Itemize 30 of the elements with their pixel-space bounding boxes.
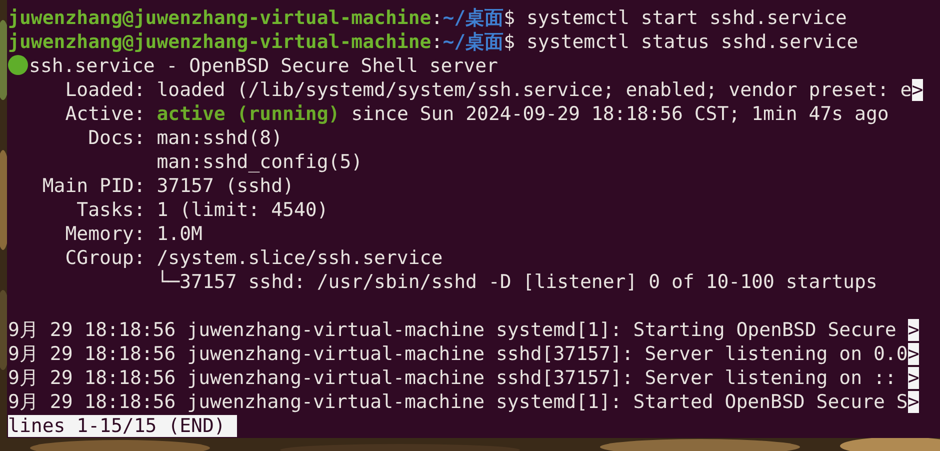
terminal-text: CGroup: /system.slice/ssh.service (64, 247, 443, 269)
terminal-text: $ systemctl start sshd.service (504, 7, 847, 29)
prompt-path: ~/桌面 (442, 7, 504, 29)
terminal-text: └─37157 sshd: /usr/sbin/sshd -D [listener] 0 of 10-100 startups (156, 271, 878, 293)
terminal-text: Active: (64, 103, 146, 125)
pager-status: lines 1-15/15 (END) (8, 415, 238, 437)
terminal-text: Memory: 1.0M (64, 223, 202, 245)
prompt-user-host: juwenzhang@juwenzhang-virtual-machine (8, 31, 432, 53)
terminal-text: : (431, 7, 443, 29)
terminal-text: Docs: man:sshd(8) (87, 127, 283, 149)
truncation-marker: > (908, 367, 920, 389)
terminal-text: Main PID: 37157 (sshd) (41, 175, 294, 197)
terminal-text: man:sshd_config(5) (156, 151, 363, 173)
truncation-marker: > (908, 319, 920, 341)
terminal-text: 9月 29 18:18:56 juwenzhang-virtual-machine systemd[1]: Starting OpenBSD Secure (8, 319, 898, 341)
terminal-text: $ systemctl status sshd.service (504, 31, 858, 53)
prompt-user-host: juwenzhang@juwenzhang-virtual-machine (8, 7, 432, 29)
terminal-text: 9月 29 18:18:56 juwenzhang-virtual-machine sshd[37157]: Server listening on 0.0 (8, 343, 908, 365)
terminal-text: 9月 29 18:18:56 juwenzhang-virtual-machine systemd[1]: Started OpenBSD Secure S (8, 391, 908, 413)
terminal-text: since Sun 2024-09-29 18:18:56 CST; 1min 47s ago (350, 103, 889, 125)
terminal-text: Loaded: loaded (/lib/systemd/system/ssh.service; enabled; vendor preset: e (64, 79, 912, 101)
truncation-marker: > (908, 343, 920, 365)
terminal-text: ssh.service - OpenBSD Secure Shell server (29, 55, 498, 77)
status-active-text: active (running) (156, 103, 340, 125)
truncation-marker: > (912, 79, 924, 101)
terminal-text: Tasks: 1 (limit: 4540) (76, 199, 328, 221)
terminal-text: : (431, 31, 443, 53)
terminal-text: 9月 29 18:18:56 juwenzhang-virtual-machine sshd[37157]: Server listening on :: (8, 367, 898, 389)
truncation-marker: > (908, 391, 920, 413)
prompt-path: ~/桌面 (442, 31, 504, 53)
